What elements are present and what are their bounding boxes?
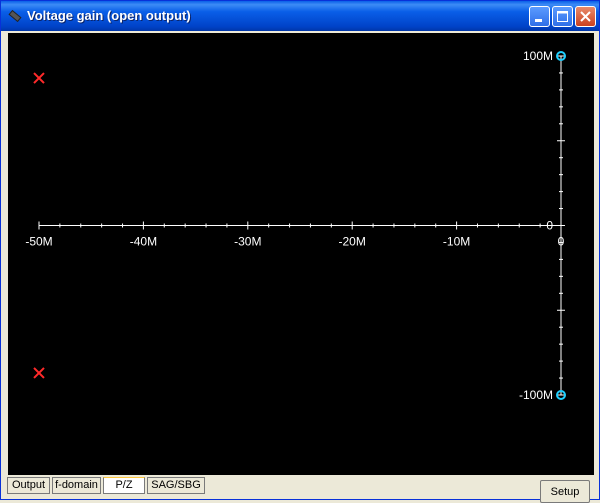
x-tick-label: -10M xyxy=(443,235,470,249)
x-tick-label: -30M xyxy=(234,235,261,249)
tab-output[interactable]: Output xyxy=(7,477,50,494)
pole-marker xyxy=(33,72,45,84)
app-icon xyxy=(8,9,22,23)
close-button[interactable] xyxy=(575,6,596,27)
window-title: Voltage gain (open output) xyxy=(27,8,191,23)
pole-marker xyxy=(33,367,45,379)
tab-sag-sbg[interactable]: SAG/SBG xyxy=(147,477,205,494)
tab-pz[interactable]: P/Z xyxy=(103,477,145,494)
maximize-button[interactable] xyxy=(552,6,573,27)
x-tick-label: -20M xyxy=(339,235,366,249)
main-window: Voltage gain (open output) -50M -40M -30M -… xyxy=(0,0,600,503)
x-tick-label: 0 xyxy=(558,235,565,249)
x-tick-label: -40M xyxy=(130,235,157,249)
x-tick-label: -50M xyxy=(25,235,52,249)
pole-zero-plot[interactable]: -50M -40M -30M -20M -10M 0 100M 0 -100M Setup xyxy=(8,33,594,503)
y-tick-label: 0 xyxy=(546,219,553,233)
tab-f-domain[interactable]: f-domain xyxy=(52,477,101,494)
minimize-button[interactable] xyxy=(529,6,550,27)
maximize-icon xyxy=(557,11,568,22)
y-tick-label: -100M xyxy=(519,388,553,402)
plot-canvas: -50M -40M -30M -20M -10M 0 100M 0 -100M xyxy=(25,49,566,402)
y-tick-label: 100M xyxy=(523,49,553,63)
minimize-icon xyxy=(535,19,542,22)
title-bar[interactable]: Voltage gain (open output) xyxy=(1,1,599,31)
close-icon xyxy=(580,11,591,22)
